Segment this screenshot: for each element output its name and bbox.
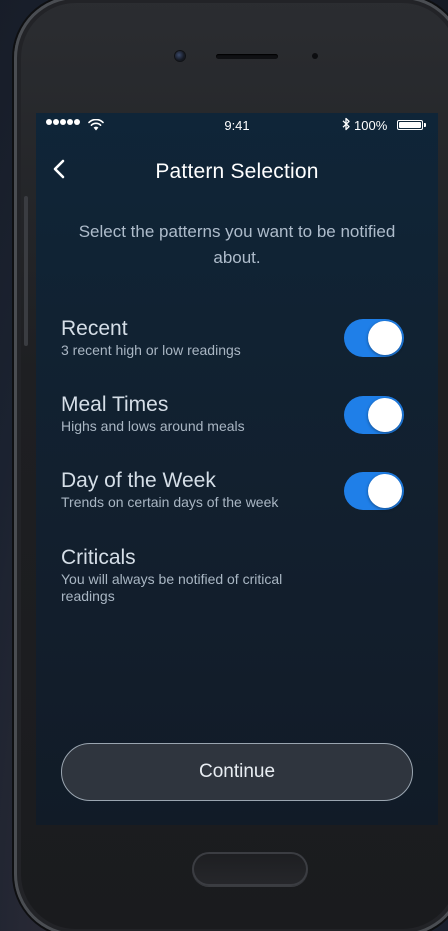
volume-button [24, 196, 28, 346]
earpiece-speaker [216, 54, 278, 59]
proximity-sensor [312, 53, 318, 59]
recent-toggle[interactable] [344, 319, 404, 357]
battery-level [399, 122, 421, 128]
pattern-recent: Recent 3 recent high or low readings [61, 317, 421, 359]
battery-percent: 100% [354, 118, 388, 133]
battery-icon [397, 120, 423, 130]
pattern-subtitle: Trends on certain days of the week [61, 494, 279, 510]
pattern-subtitle: Highs and lows around meals [61, 418, 245, 434]
battery-tip [424, 123, 426, 127]
day-of-week-toggle[interactable] [344, 472, 404, 510]
continue-button[interactable]: Continue [61, 743, 413, 801]
pattern-meal-times: Meal Times Highs and lows around meals [61, 393, 421, 435]
pattern-criticals: Criticals You will always be notified of… [61, 546, 421, 605]
navigation-bar: Pattern Selection [36, 153, 438, 193]
toggle-knob [368, 398, 402, 432]
pattern-title: Criticals [61, 546, 136, 569]
app-screen: 9:41 100% Pattern Selection Select the p… [36, 113, 438, 825]
pattern-subtitle: 3 recent high or low readings [61, 342, 241, 358]
status-bar: 9:41 100% [36, 113, 438, 139]
bluetooth-icon [342, 117, 350, 131]
pattern-subtitle: You will always be notified of critical … [61, 571, 283, 604]
meal-times-toggle[interactable] [344, 396, 404, 434]
toggle-knob [368, 474, 402, 508]
page-title: Pattern Selection [155, 160, 319, 183]
intro-text: Select the patterns you want to be notif… [78, 222, 396, 267]
toggle-knob [368, 321, 402, 355]
home-button[interactable] [192, 852, 308, 886]
front-camera [175, 51, 185, 61]
pattern-day-of-week: Day of the Week Trends on certain days o… [61, 469, 421, 511]
